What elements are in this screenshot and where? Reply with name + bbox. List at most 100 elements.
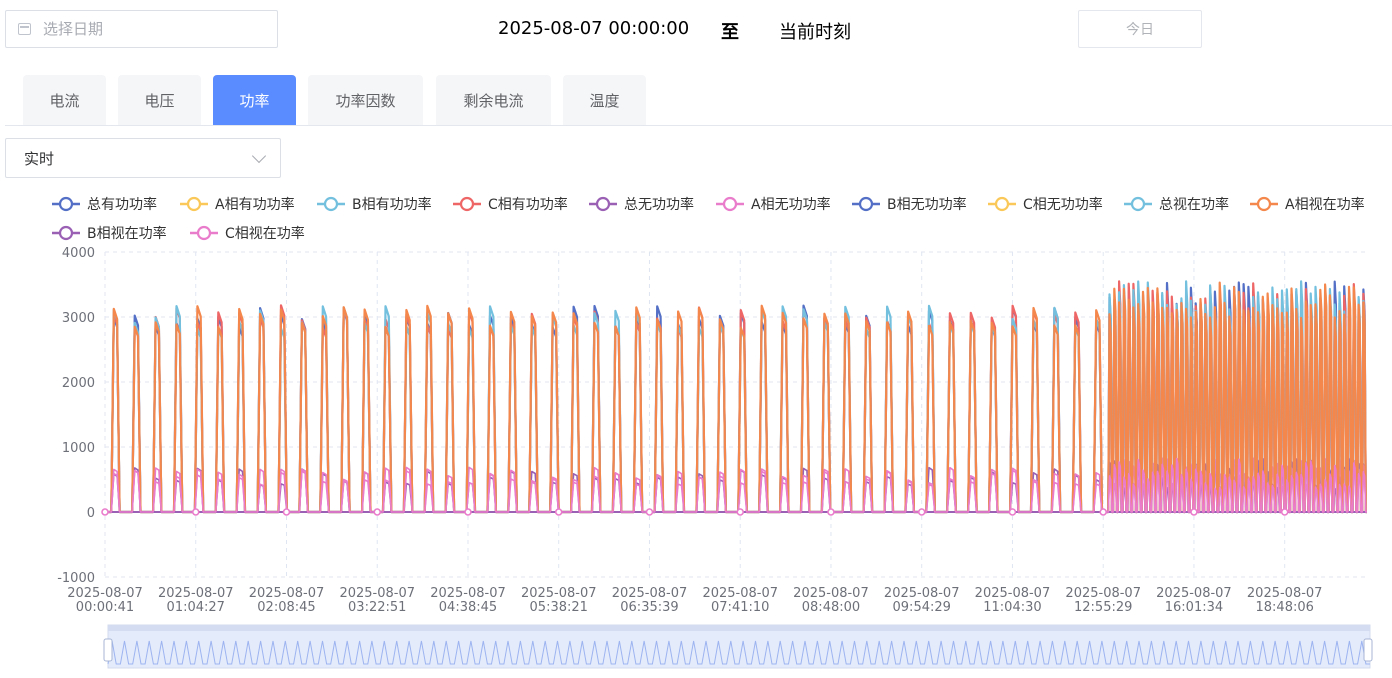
x-tick-time: 11:04:30 (983, 600, 1041, 615)
x-tick-time: 16:01:34 (1165, 600, 1223, 615)
series-point (464, 508, 472, 516)
legend-label: 总无功功率 (624, 196, 694, 213)
y-tick-label: 3000 (62, 311, 95, 326)
tab-power-factor[interactable]: 功率因数 (308, 75, 423, 125)
x-tick-time: 07:41:10 (711, 600, 769, 615)
legend-item[interactable]: B相有功功率 (317, 196, 432, 213)
legend-label: 总有功功率 (87, 196, 157, 213)
legend-marker (58, 225, 74, 241)
x-tick-date: 2025-08-07 (1156, 586, 1232, 601)
legend-item[interactable]: B相无功功率 (852, 196, 967, 213)
legend-item[interactable]: 总有功功率 (52, 196, 157, 213)
legend-label: C相无功功率 (1023, 196, 1103, 213)
range-end: 当前时刻 (779, 22, 851, 43)
x-tick-time: 01:04:27 (167, 600, 225, 615)
legend-label: A相视在功率 (1285, 196, 1365, 213)
series-point (191, 508, 200, 516)
legend-marker (858, 196, 874, 212)
legend-item[interactable]: 总视在功率 (1124, 196, 1229, 213)
data-zoom-slider[interactable] (103, 624, 1373, 669)
legend-item[interactable]: A相有功功率 (180, 196, 295, 213)
x-tick-date: 2025-08-07 (702, 586, 778, 601)
mode-select[interactable]: 实时 (5, 138, 281, 178)
x-tick-date: 2025-08-07 (158, 586, 234, 601)
legend-marker (323, 196, 339, 212)
chart-legend[interactable]: 总有功功率 A相有功功率 B相有功功率 C相有功功率 总无功功率 A相无功功率 B相无功功率… (52, 196, 1365, 242)
legend-marker (1130, 196, 1146, 212)
x-tick-date: 2025-08-07 (67, 586, 143, 601)
power-chart[interactable]: 总有功功率 A相有功功率 B相有功功率 C相有功功率 总无功功率 A相无功功率 B相无功功率… (0, 180, 1392, 678)
tab-power[interactable]: 功率 (213, 75, 296, 125)
series-point (373, 508, 382, 516)
legend-item[interactable]: 总无功功率 (589, 196, 694, 213)
series-point (1280, 508, 1289, 516)
tab-current[interactable]: 电流 (23, 75, 106, 125)
x-tick-time: 03:22:51 (348, 600, 406, 615)
x-tick-time: 00:00:41 (76, 600, 134, 615)
date-input[interactable] (41, 19, 245, 39)
date-picker[interactable] (5, 10, 278, 48)
x-tick-date: 2025-08-07 (521, 586, 597, 601)
series-line (105, 457, 1367, 513)
series-point (917, 508, 926, 516)
zoom-top-bar[interactable] (108, 625, 1370, 631)
zoom-handle-left[interactable] (103, 638, 113, 662)
zoom-handle-right[interactable] (1363, 638, 1373, 662)
chevron-down-icon (251, 148, 267, 164)
chart-series (101, 280, 1367, 516)
legend-marker (994, 196, 1010, 212)
legend-item[interactable]: C相无功功率 (988, 196, 1103, 213)
series-point (1099, 508, 1108, 516)
series-point (827, 508, 835, 516)
legend-label: A相有功功率 (215, 196, 295, 213)
y-tick-label: 2000 (62, 376, 95, 391)
legend-label: A相无功功率 (751, 196, 831, 213)
legend-marker (722, 196, 738, 212)
series-point (1008, 508, 1017, 516)
calendar-icon (18, 23, 31, 35)
x-tick-time: 04:38:45 (439, 600, 497, 615)
x-tick-date: 2025-08-07 (430, 586, 506, 601)
tab-voltage[interactable]: 电压 (118, 75, 201, 125)
legend-label: C相有功功率 (488, 196, 568, 213)
legend-marker (186, 196, 202, 212)
legend-marker (196, 225, 212, 241)
y-tick-label: 0 (87, 506, 95, 521)
x-tick-date: 2025-08-07 (884, 586, 960, 601)
series-point (101, 508, 109, 516)
legend-label: B相有功功率 (352, 196, 432, 213)
range-start: 2025-08-07 00:00:00 (498, 18, 690, 39)
legend-marker (1256, 196, 1272, 212)
legend-marker (459, 196, 475, 212)
x-tick-date: 2025-08-07 (793, 586, 869, 601)
x-tick-date: 2025-08-07 (1065, 586, 1141, 601)
tab-temperature[interactable]: 温度 (563, 75, 646, 125)
x-tick-time: 12:55:29 (1074, 600, 1132, 615)
legend-item[interactable]: C相有功功率 (453, 196, 568, 213)
x-tick-time: 02:08:45 (257, 600, 315, 615)
legend-marker (58, 196, 74, 212)
range-separator: 至 (721, 22, 739, 43)
legend-item[interactable]: A相无功功率 (716, 196, 831, 213)
tabs-divider (5, 125, 1392, 126)
y-tick-label: -1000 (57, 571, 95, 586)
x-tick-date: 2025-08-07 (1247, 586, 1323, 601)
series-point (645, 508, 654, 516)
today-button[interactable]: 今日 (1078, 10, 1202, 48)
legend-item[interactable]: B相视在功率 (52, 225, 167, 242)
legend-item[interactable]: C相视在功率 (190, 225, 305, 242)
x-tick-time: 18:48:06 (1256, 600, 1314, 615)
legend-marker (595, 196, 611, 212)
series-point (736, 508, 745, 516)
x-axis: 2025-08-0700:00:412025-08-0701:04:272025… (67, 586, 1322, 615)
y-tick-label: 4000 (62, 246, 95, 261)
legend-item[interactable]: A相视在功率 (1250, 196, 1365, 213)
legend-label: B相无功功率 (887, 196, 967, 213)
series-point (282, 508, 291, 516)
x-tick-date: 2025-08-07 (249, 586, 325, 601)
y-tick-label: 1000 (62, 441, 95, 456)
x-tick-date: 2025-08-07 (612, 586, 688, 601)
series-point (554, 508, 563, 516)
tab-residual-current[interactable]: 剩余电流 (436, 75, 551, 125)
x-tick-date: 2025-08-07 (975, 586, 1051, 601)
